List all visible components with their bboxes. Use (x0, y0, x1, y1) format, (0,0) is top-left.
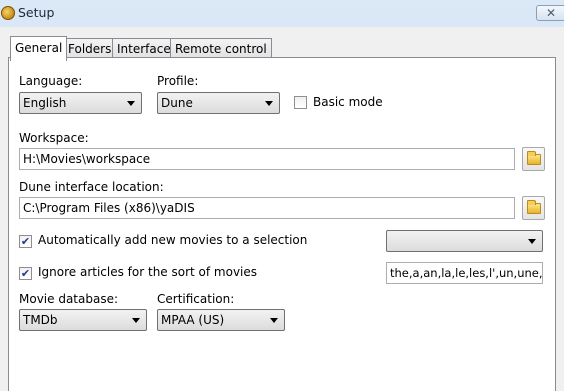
tab-interface-label: Interface (117, 42, 171, 56)
workspace-label: Workspace: (19, 131, 89, 145)
language-select[interactable]: English (19, 92, 142, 114)
workspace-browse-button[interactable] (522, 147, 545, 171)
movie-database-select-value: TMDb (23, 313, 58, 327)
ignore-articles-label: Ignore articles for the sort of movies (38, 265, 258, 279)
close-icon: ✕ (545, 6, 557, 20)
profile-select[interactable]: Dune (157, 92, 280, 114)
movie-database-label: Movie database: (19, 292, 119, 306)
chevron-down-icon (127, 101, 135, 106)
dune-interface-browse-button[interactable] (522, 196, 545, 220)
dune-interface-input[interactable]: C:\Program Files (x86)\yaDIS (19, 197, 515, 219)
language-select-value: English (23, 96, 67, 110)
language-label: Language: (19, 74, 83, 88)
selection-select[interactable] (386, 230, 543, 252)
basic-mode-label: Basic mode (313, 95, 383, 109)
certification-label: Certification: (157, 292, 235, 306)
app-icon (1, 6, 15, 20)
movie-database-select[interactable]: TMDb (19, 309, 147, 331)
window-title: Setup (18, 5, 55, 20)
tab-general[interactable]: General (10, 36, 68, 61)
certification-select[interactable]: MPAA (US) (157, 309, 285, 331)
general-tab-panel: Language: English Profile: Dune Basic mo… (8, 57, 556, 391)
chevron-down-icon (132, 318, 140, 323)
setup-window: Setup ✕ General Folders Interface Remote… (0, 0, 564, 391)
title-bar[interactable]: Setup ✕ (0, 0, 564, 27)
workspace-input[interactable]: H:\Movies\workspace (19, 148, 515, 170)
tab-folders-label: Folders (68, 42, 112, 56)
basic-mode-checkbox[interactable] (294, 96, 307, 109)
profile-select-value: Dune (161, 96, 193, 110)
chevron-down-icon (528, 239, 536, 244)
folder-icon (527, 151, 541, 165)
tab-remote-control-label: Remote control (175, 42, 267, 56)
chevron-down-icon (265, 101, 273, 106)
profile-label: Profile: (157, 74, 199, 88)
articles-input[interactable]: the,a,an,la,le,les,l',un,une,des (386, 262, 543, 284)
chevron-down-icon (270, 318, 278, 323)
tab-general-label: General (15, 41, 63, 55)
dune-interface-label: Dune interface location: (19, 180, 164, 194)
auto-add-label: Automatically add new movies to a select… (38, 233, 308, 247)
auto-add-checkbox[interactable]: ✔ (19, 235, 32, 248)
ignore-articles-checkbox[interactable]: ✔ (19, 267, 32, 280)
close-button[interactable]: ✕ (536, 5, 564, 21)
certification-select-value: MPAA (US) (161, 313, 225, 327)
folder-icon (527, 200, 541, 214)
